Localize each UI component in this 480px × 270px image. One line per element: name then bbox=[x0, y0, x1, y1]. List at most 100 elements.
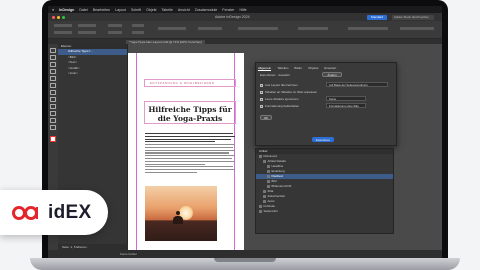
margin-guide-left bbox=[136, 53, 137, 252]
bullets-select[interactable]: Keine bbox=[326, 96, 366, 101]
brand-name: idEX bbox=[48, 201, 92, 223]
article-row[interactable]: Seitenzahl bbox=[256, 209, 393, 214]
x-position-field[interactable] bbox=[54, 24, 72, 27]
change-button[interactable]: Ändern bbox=[322, 72, 342, 77]
stroke-weight-field[interactable] bbox=[158, 27, 186, 30]
option-label: Leere Absätze ignorieren bbox=[265, 97, 299, 101]
scale-x-field[interactable] bbox=[108, 24, 122, 27]
text-icon bbox=[263, 200, 266, 203]
option-label: Formatierung beibehalten bbox=[265, 104, 300, 108]
stock-search-input[interactable]: Adobe Stock durchsuchen bbox=[392, 14, 434, 20]
menu-layout[interactable]: Layout bbox=[115, 8, 126, 12]
option-checkbox[interactable] bbox=[260, 104, 263, 108]
fill-stroke-swatch-icon[interactable] bbox=[50, 136, 56, 142]
text-icon bbox=[263, 190, 266, 193]
folder-icon bbox=[259, 205, 262, 208]
formatting-select[interactable]: Formatierung ohne Stile bbox=[326, 103, 366, 108]
option-label: Tabellen an Tabellen im Web anpassen bbox=[265, 90, 318, 94]
yoga-figure-head bbox=[176, 211, 180, 215]
quick-actions[interactable] bbox=[400, 27, 434, 30]
menu-plugins[interactable]: Zusatzmodule bbox=[195, 8, 218, 12]
menu-file[interactable]: Datei bbox=[79, 8, 87, 12]
shear-field[interactable] bbox=[132, 31, 144, 34]
menu-help[interactable]: Hilfe bbox=[239, 8, 246, 12]
app-titlebar: Adobe InDesign 2024 Standard Adobe Stock… bbox=[48, 13, 442, 21]
menu-type[interactable]: Schrift bbox=[131, 8, 141, 12]
page-tool-icon[interactable] bbox=[50, 62, 56, 67]
screen: ● InDesign Datei Bearbeiten Layout Schri… bbox=[48, 6, 442, 258]
articles-panel: Artikel Dokument Artikel Details Headlin… bbox=[255, 148, 394, 234]
workspace-button[interactable]: Standard bbox=[367, 14, 387, 20]
gap-tool-icon[interactable] bbox=[50, 69, 56, 74]
tab-objects[interactable]: Objekte bbox=[308, 66, 318, 71]
type-tool-icon[interactable] bbox=[50, 76, 56, 81]
image-icon bbox=[267, 180, 270, 183]
align-controls[interactable] bbox=[348, 27, 388, 30]
menu-edit[interactable]: Bearbeiten bbox=[93, 8, 110, 12]
brand-badge: idEX bbox=[0, 190, 108, 235]
object-style-select[interactable] bbox=[238, 27, 278, 30]
line-tool-icon[interactable] bbox=[50, 83, 56, 88]
pencil-tool-icon[interactable] bbox=[50, 97, 56, 102]
height-field[interactable] bbox=[78, 31, 96, 34]
close-window-icon[interactable] bbox=[52, 15, 55, 19]
kicker-text[interactable]: ENTSPANNUNG & WOHLBEFINDEN bbox=[144, 79, 236, 87]
pen-tool-icon[interactable] bbox=[50, 90, 56, 95]
export-button[interactable]: Exportieren bbox=[312, 137, 334, 142]
rectangle-tool-icon[interactable] bbox=[50, 111, 56, 116]
yoga-figure-body bbox=[173, 216, 183, 224]
rectangle-frame-tool-icon[interactable] bbox=[50, 104, 56, 109]
selection-tool-icon[interactable] bbox=[50, 48, 56, 53]
menu-app-name[interactable]: InDesign bbox=[59, 8, 74, 12]
menu-object[interactable]: Objekt bbox=[146, 8, 156, 12]
opacity-field[interactable] bbox=[198, 27, 222, 30]
scene: ● InDesign Datei Bearbeiten Layout Schri… bbox=[0, 0, 480, 270]
direct-selection-tool-icon[interactable] bbox=[50, 55, 56, 60]
content-order-select[interactable]: Auf Basis der Seitenanordnung bbox=[326, 82, 388, 87]
scissors-tool-icon[interactable] bbox=[50, 118, 56, 123]
text-icon bbox=[267, 170, 270, 173]
folder-icon bbox=[259, 155, 262, 158]
layer-row[interactable]: <Linie> bbox=[58, 71, 127, 77]
minimize-window-icon[interactable] bbox=[57, 15, 60, 19]
dialog-tabs: Allgemein Tabellen Bilder Objekte Erweit… bbox=[258, 66, 336, 71]
export-row: Exportieren: Auswahl bbox=[260, 73, 290, 77]
export-label: Exportieren: bbox=[260, 73, 277, 77]
export-value: Auswahl bbox=[278, 73, 290, 77]
body-text-frame[interactable] bbox=[145, 133, 235, 175]
menu-window[interactable]: Fenster bbox=[222, 8, 234, 12]
scale-y-field[interactable] bbox=[108, 31, 122, 34]
hand-tool-icon[interactable] bbox=[50, 125, 56, 130]
text-icon bbox=[267, 175, 270, 178]
tab-advanced[interactable]: Erweitert bbox=[324, 66, 336, 71]
mac-menubar: ● InDesign Datei Bearbeiten Layout Schri… bbox=[48, 6, 442, 13]
document-page: ENTSPANNUNG & WOHLBEFINDEN Hilfreiche Ti… bbox=[128, 53, 244, 252]
tab-images[interactable]: Bilder bbox=[294, 66, 302, 71]
control-panel bbox=[48, 21, 442, 39]
export-options-dialog: Allgemein Tabellen Bilder Objekte Erweit… bbox=[255, 62, 397, 146]
tab-tables[interactable]: Tabellen bbox=[277, 66, 288, 71]
text-icon bbox=[263, 195, 266, 198]
laptop-notch bbox=[214, 258, 276, 262]
window-title: Adobe InDesign 2024 bbox=[215, 15, 250, 19]
option-checkbox[interactable] bbox=[260, 97, 263, 101]
option-row: Aus Layout übernehmen bbox=[260, 83, 298, 87]
yoga-sunset-photo[interactable] bbox=[145, 186, 217, 241]
option-checkbox[interactable] bbox=[260, 90, 263, 94]
menu-view[interactable]: Ansicht bbox=[178, 8, 190, 12]
zoom-window-icon[interactable] bbox=[62, 15, 65, 19]
text-icon bbox=[267, 185, 270, 188]
apple-icon[interactable]: ● bbox=[52, 8, 54, 12]
tab-general[interactable]: Allgemein bbox=[258, 66, 272, 71]
rotate-field[interactable] bbox=[132, 24, 144, 27]
width-field[interactable] bbox=[78, 24, 96, 27]
headline-text[interactable]: Hilfreiche Tipps für die Yoga-Praxis bbox=[145, 105, 235, 123]
option-row: Leere Absätze ignorieren bbox=[260, 97, 298, 101]
option-checkbox[interactable] bbox=[260, 83, 263, 87]
text-icon bbox=[267, 165, 270, 168]
ok-button[interactable]: OK bbox=[260, 115, 272, 120]
frame-fitting-field[interactable] bbox=[298, 27, 328, 30]
folder-icon bbox=[259, 210, 262, 213]
y-position-field[interactable] bbox=[54, 31, 72, 34]
menu-table[interactable]: Tabelle bbox=[162, 8, 173, 12]
